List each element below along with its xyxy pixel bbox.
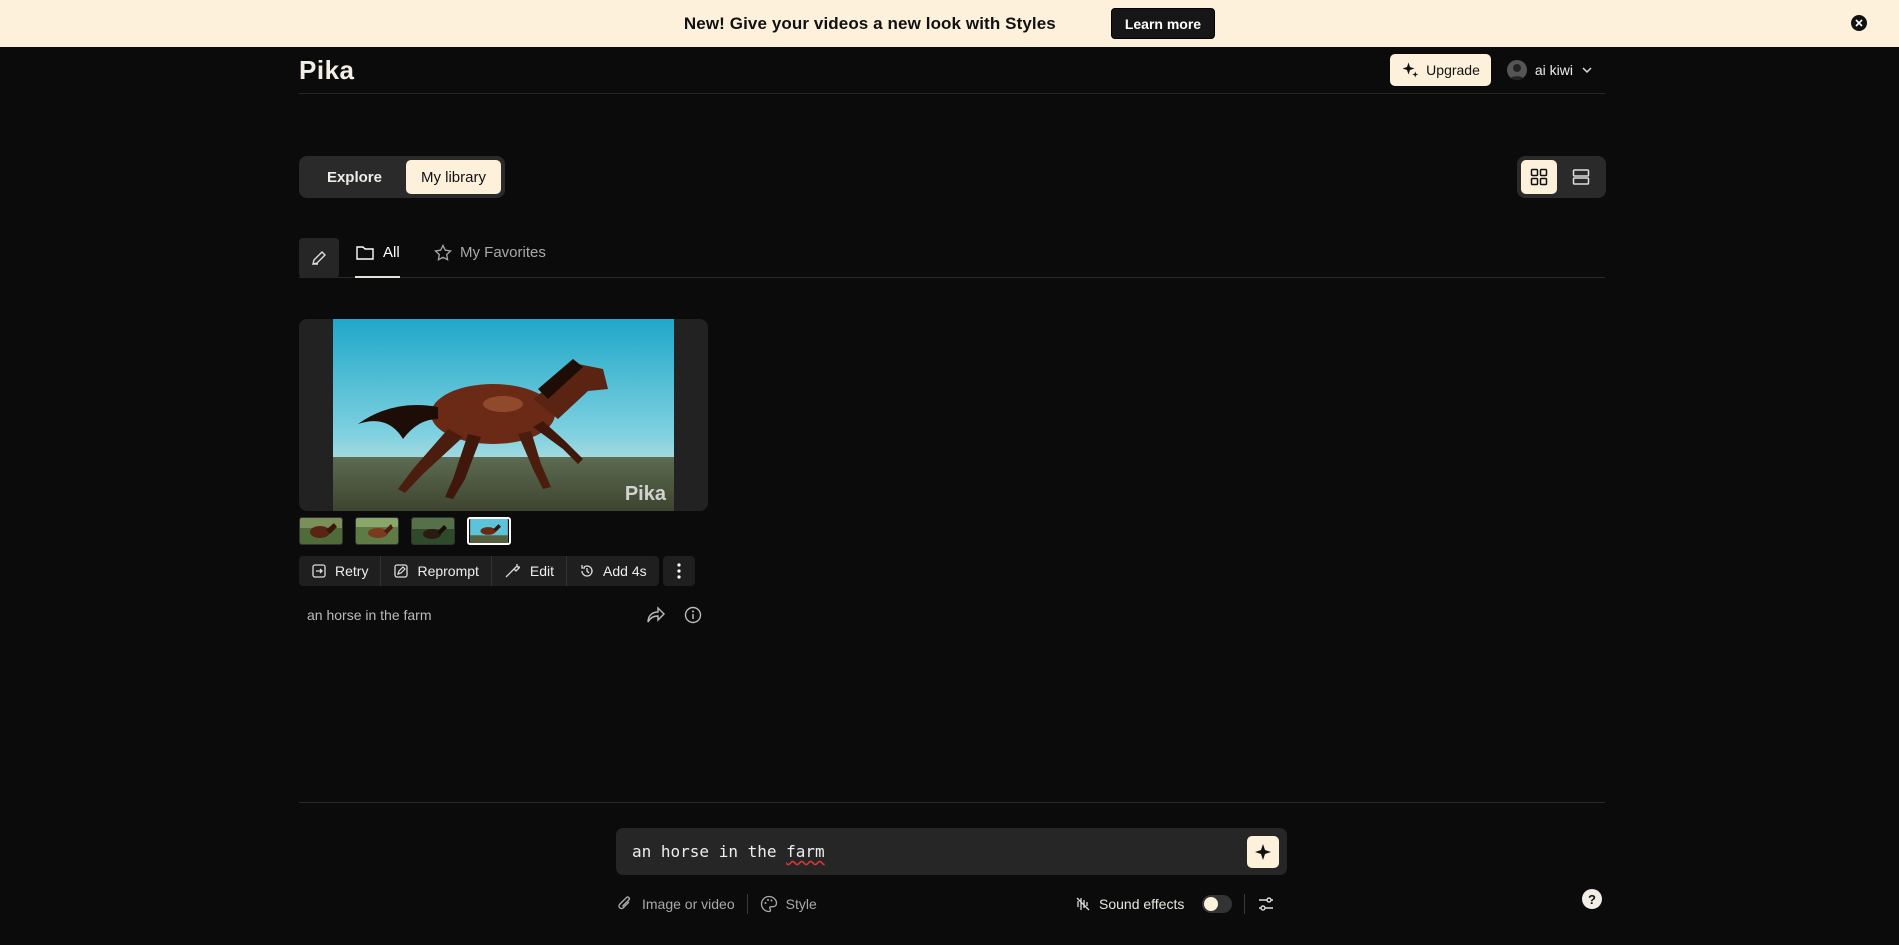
more-options-button[interactable] [662, 556, 695, 586]
upgrade-label: Upgrade [1426, 62, 1480, 78]
more-vertical-icon [677, 563, 681, 579]
library-tabs: All My Favorites [299, 238, 1605, 278]
horse-video-frame [333, 319, 674, 511]
add-4s-button[interactable]: Add 4s [567, 556, 659, 586]
switch-knob [1204, 897, 1219, 911]
list-view-icon [1572, 169, 1590, 185]
image-or-video-button[interactable]: Image or video [616, 895, 735, 913]
user-menu[interactable]: ai kiwi [1506, 60, 1605, 80]
upgrade-button[interactable]: Upgrade [1390, 54, 1491, 86]
pika-watermark: Pika [624, 483, 666, 505]
thumbnail-1[interactable] [299, 517, 343, 545]
tab-all[interactable]: All [355, 244, 400, 278]
library-toggle: Explore My library [299, 156, 505, 198]
sound-effects-switch[interactable] [1202, 895, 1233, 913]
list-view-button[interactable] [1563, 160, 1599, 194]
prompt-input-text-a: an horse in the [632, 842, 787, 861]
help-button[interactable]: ? [1582, 889, 1602, 909]
tools-separator [746, 894, 748, 914]
extend-time-icon [581, 565, 593, 577]
card-prompt-text: an horse in the farm [307, 607, 432, 623]
settings-sliders-icon[interactable] [1257, 895, 1275, 913]
thumbnail-image [356, 518, 398, 544]
paperclip-icon [618, 896, 631, 910]
reprompt-icon [394, 564, 409, 578]
thumbnail-4[interactable] [467, 517, 511, 545]
action-group: Retry Reprompt Edit Add 4s [299, 556, 659, 586]
sparkle-icon [1255, 843, 1271, 860]
style-button[interactable]: Style [760, 895, 817, 913]
prompt-input[interactable]: an horse in the farm [616, 828, 1287, 875]
prompt-input-text-b: farm [786, 842, 825, 861]
sound-effects-toggle[interactable]: Sound effects [1075, 895, 1233, 913]
avatar [1506, 60, 1527, 80]
sound-wave-icon [1076, 897, 1090, 911]
user-name: ai kiwi [1534, 62, 1573, 78]
thumbnail-image [470, 519, 508, 543]
card-prompt-row: an horse in the farm [307, 603, 708, 627]
learn-more-button[interactable]: Learn more [1110, 8, 1216, 39]
video-preview[interactable]: Pika [333, 319, 674, 511]
style-label: Style [785, 896, 817, 912]
tab-my-favorites[interactable]: My Favorites [434, 244, 546, 278]
close-icon [1855, 19, 1863, 27]
composer-tools-right: Sound effects [1075, 892, 1275, 916]
pika-logo[interactable]: Pika [299, 55, 355, 86]
retry-label: Retry [335, 563, 369, 579]
header-right: Upgrade ai kiwi [1390, 54, 1605, 86]
variant-thumbnails [299, 517, 511, 545]
share-icon[interactable] [646, 606, 666, 624]
banner-text: New! Give your videos a new look with St… [683, 13, 1056, 33]
generate-button[interactable] [1247, 835, 1279, 868]
announcement-banner: New! Give your videos a new look with St… [0, 0, 1899, 47]
chevron-down-icon [1582, 67, 1592, 74]
top-header: Pika Upgrade ai kiwi [299, 47, 1605, 94]
thumbnail-3[interactable] [411, 517, 455, 545]
edit-selection-button[interactable] [299, 238, 339, 278]
thumbnail-image [300, 518, 342, 544]
star-icon [434, 244, 452, 261]
my-library-tab[interactable]: My library [405, 160, 501, 194]
explore-tab[interactable]: Explore [303, 160, 406, 194]
magic-wand-icon [505, 564, 520, 578]
composer-tools-left: Image or video Style [616, 892, 817, 916]
grid-view-button[interactable] [1521, 160, 1557, 194]
tools-separator [1244, 894, 1246, 914]
edit-button[interactable]: Edit [492, 556, 568, 586]
reprompt-label: Reprompt [417, 563, 479, 579]
thumbnail-image [412, 518, 454, 544]
composer-divider [299, 802, 1605, 803]
add-label: Add 4s [603, 563, 647, 579]
sound-effects-label: Sound effects [1099, 896, 1185, 912]
retry-button[interactable]: Retry [299, 556, 382, 586]
video-card[interactable]: Pika [299, 319, 708, 511]
grid-icon [1530, 168, 1548, 186]
thumbnail-2[interactable] [355, 517, 399, 545]
card-prompt-icons [646, 606, 708, 624]
folder-icon [356, 246, 374, 260]
retry-icon [312, 564, 326, 578]
prompt-input-text[interactable]: an horse in the farm [632, 842, 1247, 861]
tab-all-label: All [383, 244, 400, 261]
palette-icon [760, 895, 777, 913]
sparkle-icon [1402, 62, 1419, 78]
view-toggle [1517, 156, 1606, 198]
edit-label: Edit [529, 563, 555, 579]
close-banner-button[interactable] [1851, 15, 1867, 31]
card-actions: Retry Reprompt Edit Add 4s [299, 556, 695, 586]
tab-favorites-label: My Favorites [460, 244, 546, 261]
reprompt-button[interactable]: Reprompt [381, 556, 492, 586]
user-icon [1508, 64, 1525, 80]
pencil-icon [312, 251, 326, 265]
image-or-video-label: Image or video [642, 896, 735, 912]
info-icon[interactable] [684, 606, 702, 624]
